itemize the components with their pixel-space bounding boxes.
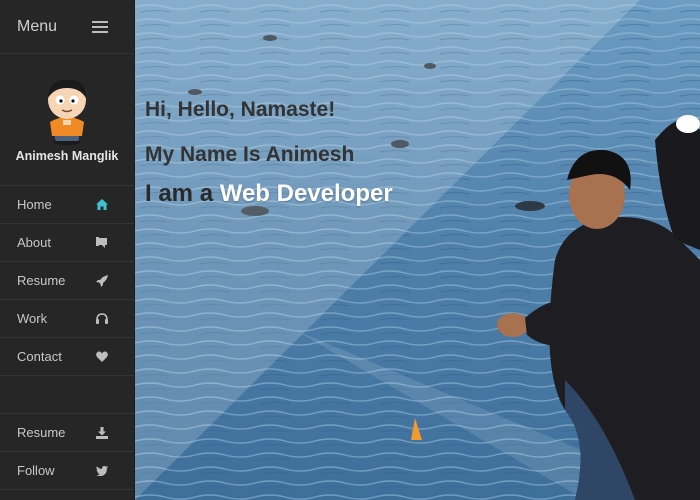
nav-label: Contact xyxy=(17,349,62,364)
name-line: My Name Is Animesh xyxy=(145,143,355,166)
book-icon xyxy=(95,236,108,249)
profile: Animesh Manglik xyxy=(0,54,134,186)
role-title: Web Developer xyxy=(219,180,393,207)
nav-label: About xyxy=(17,235,51,250)
nav-item-resume[interactable]: Resume xyxy=(0,262,134,300)
nav-item-about[interactable]: About xyxy=(0,224,134,262)
hero-background-photo xyxy=(135,0,700,500)
nav-label: Work xyxy=(17,311,48,326)
nav-label: Follow xyxy=(17,463,55,478)
hero: Hi, Hello, Namaste! My Name Is Animesh I… xyxy=(135,0,700,500)
nav-item-home[interactable]: Home xyxy=(0,186,134,224)
home-icon xyxy=(95,198,108,211)
nav-item-contact[interactable]: Contact xyxy=(0,338,134,376)
headphones-icon xyxy=(95,312,108,325)
nav-label: Resume xyxy=(17,425,66,440)
twitter-icon xyxy=(95,464,108,477)
role-line: I am a Web Developer xyxy=(145,180,393,208)
heart-icon xyxy=(95,350,108,363)
nav-item-work[interactable]: Work xyxy=(0,300,134,338)
nav-item-resume-download[interactable]: Resume xyxy=(0,414,134,452)
download-icon xyxy=(95,426,108,439)
hamburger-icon[interactable] xyxy=(92,20,108,33)
profile-name: Animesh Manglik xyxy=(15,149,119,163)
nav-label: Home xyxy=(17,197,52,212)
rocket-icon xyxy=(95,274,108,287)
nav-label: Resume xyxy=(17,273,66,288)
sidebar: Menu Animesh Manglik Home About Resume W… xyxy=(0,0,135,500)
menu-header: Menu xyxy=(0,0,134,54)
greeting-line: Hi, Hello, Namaste! xyxy=(145,98,336,121)
secondary-nav: Resume Follow xyxy=(0,413,134,490)
role-prefix: I am a xyxy=(145,180,220,207)
menu-title: Menu xyxy=(17,17,58,35)
avatar xyxy=(48,79,86,145)
main-nav: Home About Resume Work Contact xyxy=(0,186,134,376)
nav-item-follow[interactable]: Follow xyxy=(0,452,134,490)
